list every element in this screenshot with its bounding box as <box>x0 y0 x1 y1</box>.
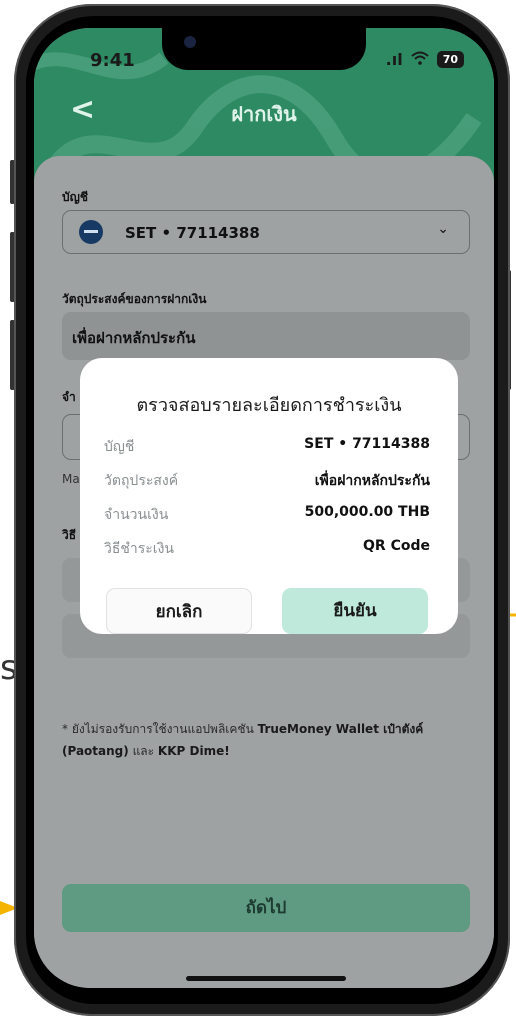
notch <box>162 28 366 70</box>
chevron-down-icon: ⌄ <box>437 221 449 237</box>
detail-label: วิธีชำระเงิน <box>104 541 174 557</box>
detail-value: QR Code <box>363 538 430 554</box>
home-indicator <box>186 976 346 981</box>
account-select-value: SET • 77114388 <box>125 224 260 242</box>
purpose-label: วัตถุประสงค์ของการฝากเงิน <box>62 292 207 306</box>
detail-label: จำนวนเงิน <box>104 507 169 523</box>
note-prefix: * ยังไม่รองรับการใช้งานแอปพลิเคชัน <box>62 722 258 736</box>
phone-screen: 9:41 .ıl 70 < ฝากเงิน บัญชี SET • 771143… <box>34 28 494 988</box>
payment-method-label: วิธี <box>62 528 77 542</box>
detail-row-method: วิธีชำระเงิน QR Code <box>104 538 430 558</box>
confirm-payment-dialog: ตรวจสอบรายละเอียดการชำระเงิน บัญชี SET •… <box>80 358 458 634</box>
detail-row-amount: จำนวนเงิน 500,000.00 THB <box>104 504 430 524</box>
detail-value: SET • 77114388 <box>304 436 430 452</box>
note-app-dime: KKP Dime! <box>157 744 230 758</box>
camera <box>184 36 196 48</box>
status-icons: .ıl 70 <box>386 50 464 69</box>
note-app-paotang: (Paotang) <box>62 744 129 758</box>
purpose-value: เพื่อฝากหลักประกัน <box>72 329 196 347</box>
detail-label: บัญชี <box>104 439 135 455</box>
page-title: ฝากเงิน <box>231 102 297 126</box>
status-time: 9:41 <box>90 50 135 71</box>
note-and: และ <box>128 744 158 758</box>
cancel-button[interactable]: ยกเลิก <box>106 588 252 634</box>
min-amount-hint: Ma <box>62 472 80 486</box>
detail-row-purpose: วัตถุประสงค์ เพื่อฝากหลักประกัน <box>104 470 430 490</box>
dialog-title: ตรวจสอบรายละเอียดการชำระเงิน <box>136 395 402 416</box>
detail-row-account: บัญชี SET • 77114388 <box>104 436 430 456</box>
battery-icon: 70 <box>436 51 464 68</box>
unsupported-apps-note: * ยังไม่รองรับการใช้งานแอปพลิเคชัน TrueM… <box>62 718 474 762</box>
confirm-button[interactable]: ยืนยัน <box>282 588 428 634</box>
note-app-truemoney: TrueMoney Wallet เป๋าตังค์ <box>257 722 424 736</box>
detail-label: วัตถุประสงค์ <box>104 473 179 489</box>
set-logo-icon <box>79 220 103 244</box>
purpose-field: เพื่อฝากหลักประกัน <box>62 312 470 360</box>
next-button[interactable]: ถัดไป <box>62 884 470 932</box>
detail-value: 500,000.00 THB <box>304 504 430 520</box>
account-label: บัญชี <box>62 190 88 204</box>
account-select[interactable]: SET • 77114388 ⌄ <box>62 210 470 254</box>
signal-icon: .ıl <box>385 50 403 69</box>
detail-value: เพื่อฝากหลักประกัน <box>314 473 430 489</box>
wifi-icon <box>411 50 429 69</box>
